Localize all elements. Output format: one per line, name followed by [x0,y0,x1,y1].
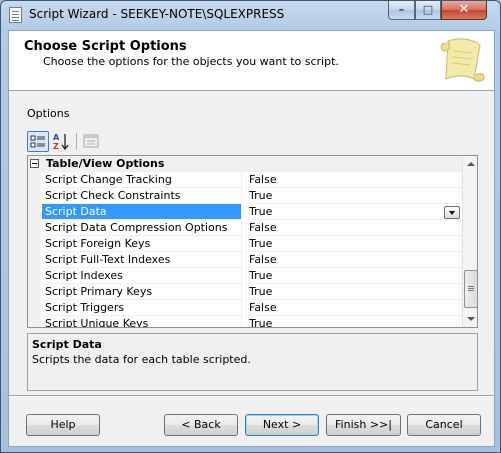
alphabetical-button[interactable]: A Z [51,131,73,152]
property-name: Script Unique Keys [42,316,242,327]
help-button[interactable]: Help [26,414,100,436]
wizard-client-area: Choose Script Options Choose the options… [8,30,495,447]
categorized-button[interactable] [27,131,49,152]
property-pages-button[interactable] [81,131,103,152]
scroll-up-icon[interactable] [463,156,477,172]
property-value[interactable]: True [245,316,462,327]
maximize-icon: □ [422,3,434,16]
options-label: Options [27,107,70,120]
window-title: Script Wizard - SEEKEY-NOTE\SQLEXPRESS [29,7,285,21]
toolbar-separator [76,133,77,150]
property-name: Script Triggers [42,300,242,316]
next-button[interactable]: Next > [245,414,319,436]
property-name: Script Check Constraints [42,188,242,204]
property-name: Script Data Compression Options [42,220,242,236]
property-value[interactable]: True [245,236,462,252]
property-name: Script Full-Text Indexes [42,252,242,268]
property-row[interactable]: Script Full-Text Indexes False [28,252,462,268]
page-subtitle: Choose the options for the objects you w… [43,55,339,68]
svg-text:Z: Z [53,142,59,151]
category-label: Table/View Options [46,157,165,170]
collapse-icon[interactable] [30,159,39,168]
dropdown-arrow-icon[interactable] [444,206,460,219]
maximize-button[interactable]: □ [415,1,441,20]
app-icon [9,7,22,23]
description-title: Script Data [32,338,102,351]
close-button[interactable]: ✕ [441,1,487,20]
property-pages-icon [83,134,99,148]
property-value[interactable]: False [245,252,462,268]
alphabetical-sort-icon: A Z [53,133,69,151]
property-name: Script Indexes [42,268,242,284]
minimize-button[interactable]: – [388,1,415,20]
title-bar[interactable]: Script Wizard - SEEKEY-NOTE\SQLEXPRESS –… [1,1,500,29]
svg-text:A: A [53,133,60,142]
close-icon: ✕ [458,2,470,17]
property-value[interactable]: False [245,172,462,188]
description-panel: Script Data Scripts the data for each ta… [27,333,478,391]
property-name: Script Primary Keys [42,284,242,300]
property-value[interactable]: True [245,268,462,284]
property-value[interactable]: True [245,204,462,220]
property-value[interactable]: True [245,188,462,204]
property-row[interactable]: Script Primary Keys True [28,284,462,300]
scrollbar-thumb[interactable] [464,270,477,308]
property-row[interactable]: Script Data Compression Options False [28,220,462,236]
property-row[interactable]: Script Foreign Keys True [28,236,462,252]
minimize-icon: – [398,3,405,16]
property-value[interactable]: False [245,300,462,316]
property-grid-toolbar: A Z [27,130,487,154]
property-row[interactable]: Script Check Constraints True [28,188,462,204]
back-button[interactable]: < Back [164,414,238,436]
wizard-header: Choose Script Options Choose the options… [9,31,494,91]
property-row[interactable]: Script Triggers False [28,300,462,316]
property-value[interactable]: False [245,220,462,236]
scroll-down-icon[interactable] [463,311,477,327]
grid-scrollbar[interactable] [462,156,477,327]
property-value[interactable]: True [245,284,462,300]
scroll-paper-icon [440,38,485,82]
property-name: Script Foreign Keys [42,236,242,252]
description-text: Scripts the data for each table scripted… [32,353,251,366]
property-name: Script Change Tracking [42,172,242,188]
page-title: Choose Script Options [24,39,187,54]
script-wizard-window: Script Wizard - SEEKEY-NOTE\SQLEXPRESS –… [0,0,501,453]
property-row[interactable]: Script Change Tracking False [28,172,462,188]
cancel-button[interactable]: Cancel [407,414,481,436]
finish-button[interactable]: Finish >>| [326,414,401,436]
button-divider [9,395,494,397]
categorized-icon [30,135,45,148]
property-row[interactable]: Script Data True [28,204,462,220]
property-name: Script Data [42,204,242,220]
category-row[interactable]: Table/View Options [28,156,462,172]
property-grid[interactable]: Table/View Options Script Change Trackin… [27,155,478,328]
property-row[interactable]: Script Unique Keys True [28,316,462,327]
property-row[interactable]: Script Indexes True [28,268,462,284]
